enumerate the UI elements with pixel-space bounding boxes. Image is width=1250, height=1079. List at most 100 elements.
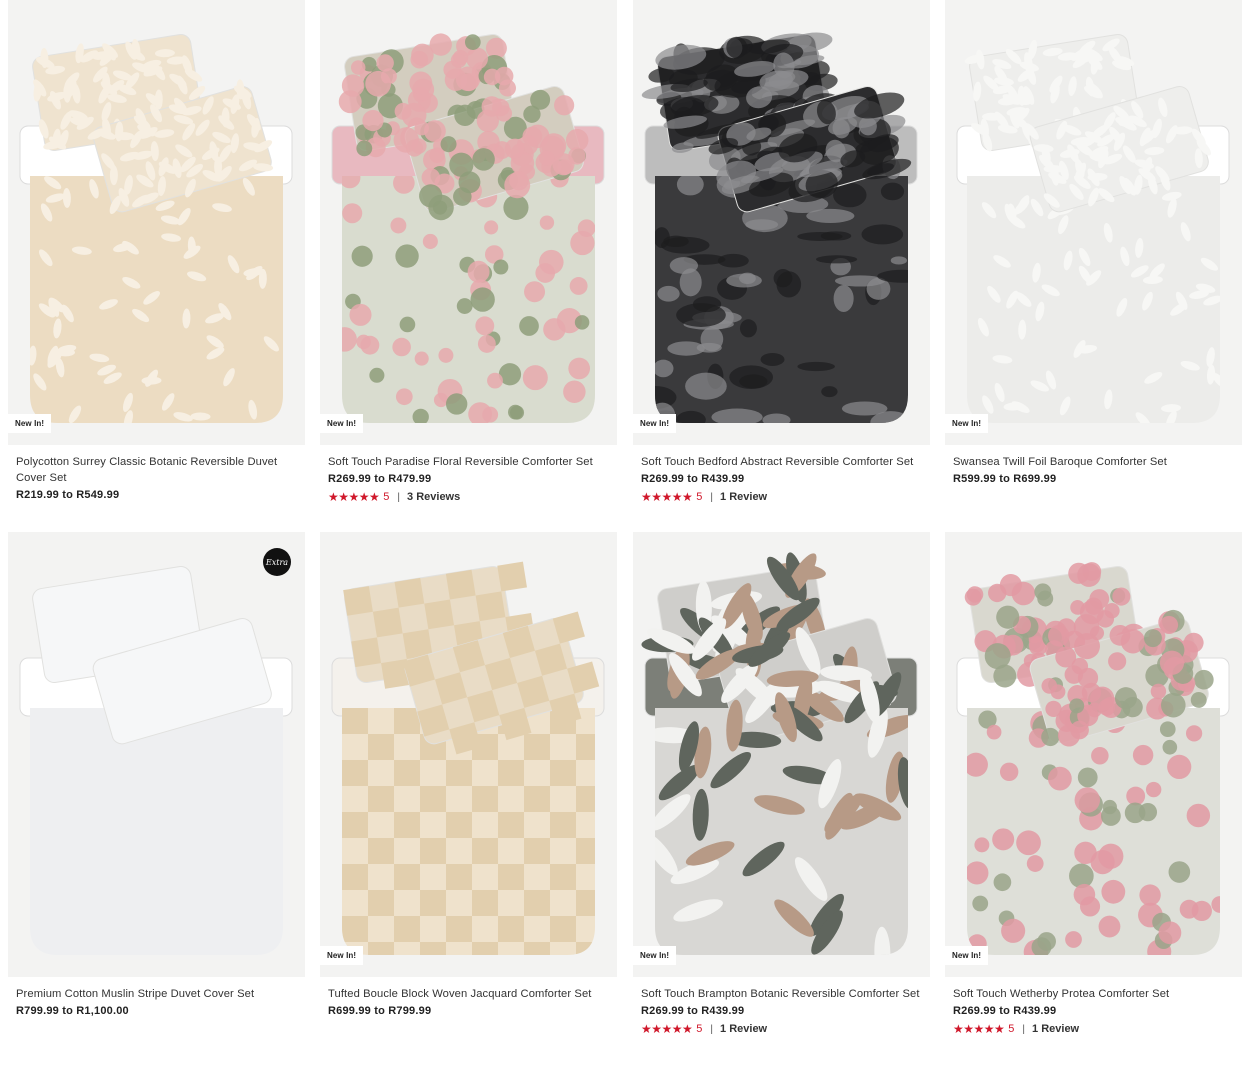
pattern-motif [109, 165, 118, 186]
pattern-motif [503, 194, 529, 221]
product-image[interactable]: New In! [320, 532, 617, 977]
divider: | [1022, 1023, 1026, 1035]
pattern-motif [351, 245, 373, 267]
new-in-badge: New In! [320, 946, 364, 965]
product-title[interactable]: Tufted Boucle Block Woven Jacquard Comfo… [328, 986, 609, 1002]
product-card[interactable]: New In! Polycotton Surrey Classic Botani… [8, 0, 305, 501]
product-card[interactable]: New In! Soft Touch Brampton Botanic Reve… [633, 532, 930, 1036]
pattern-motif [456, 298, 473, 314]
product-card[interactable]: New In! Swansea Twill Foil Baroque Comfo… [945, 0, 1242, 485]
product-title[interactable]: Soft Touch Brampton Botanic Reversible C… [641, 986, 922, 1002]
pattern-motif [1139, 884, 1161, 906]
product-title[interactable]: Premium Cotton Muslin Stripe Duvet Cover… [16, 986, 297, 1002]
review-count-link[interactable]: 3 Reviews [407, 491, 460, 503]
pattern-motif [1159, 721, 1176, 738]
rating-score: 5 [696, 491, 703, 503]
product-price: R269.99 to R479.99 [328, 473, 432, 485]
pattern-motif [394, 864, 420, 890]
product-price: R699.99 to R799.99 [328, 1005, 432, 1017]
product-image[interactable]: New In! [320, 0, 617, 445]
pattern-motif [890, 256, 907, 265]
review-count-link[interactable]: 1 Review [1032, 1023, 1079, 1035]
pattern-motif [550, 916, 576, 942]
pattern-motif [1065, 931, 1082, 948]
pattern-motif [972, 895, 989, 912]
product-card[interactable]: New In! Tufted Boucle Block Woven Jacqua… [320, 532, 617, 1017]
new-in-badge: New In! [945, 946, 989, 965]
product-card[interactable]: New In! Soft Touch Bedford Abstract Reve… [633, 0, 930, 504]
pattern-motif [394, 708, 420, 734]
pattern-motif [498, 760, 524, 786]
pattern-motif [342, 812, 368, 838]
product-rating[interactable]: ★★★★★ 5 | 1 Review [641, 1022, 922, 1036]
extra-badge: Extra [263, 548, 291, 576]
star-rating-icon: ★★★★★ [641, 1022, 693, 1036]
pattern-motif [1001, 918, 1026, 943]
product-image[interactable]: Extra [8, 532, 305, 977]
product-card[interactable]: New In! Soft Touch Wetherby Protea Comfo… [945, 532, 1242, 1036]
pattern-motif [369, 367, 385, 383]
pattern-motif [685, 372, 727, 400]
pattern-motif [563, 380, 586, 404]
pattern-motif [974, 837, 990, 853]
product-image[interactable]: New In! [945, 532, 1242, 977]
bedding-illustration [320, 532, 617, 977]
pattern-motif [539, 215, 555, 230]
product-rating[interactable]: ★★★★★ 5 | 1 Review [641, 490, 922, 504]
rating-score: 5 [696, 1023, 703, 1035]
pattern-motif [524, 734, 550, 760]
pattern-motif [1191, 900, 1212, 922]
pattern-motif [669, 257, 699, 274]
pattern-motif [1031, 937, 1052, 955]
product-image[interactable]: New In! [8, 0, 305, 445]
pattern-motif [368, 890, 394, 916]
pattern-motif [570, 230, 595, 256]
pattern-motif [342, 708, 368, 734]
new-in-badge: New In! [633, 414, 677, 433]
pattern-motif [524, 786, 550, 812]
pattern-motif [550, 864, 576, 890]
product-card[interactable]: New In! Soft Touch Paradise Floral Rever… [320, 0, 617, 504]
product-card[interactable]: Extra Premium Cotton Muslin Stripe Duvet… [8, 532, 305, 1017]
pattern-motif [1185, 725, 1203, 742]
bedding-illustration [945, 532, 1242, 977]
pattern-motif [470, 287, 495, 312]
pattern-motif [739, 319, 757, 338]
pattern-motif [424, 599, 455, 630]
pattern-motif [498, 916, 524, 942]
bedding-illustration [633, 532, 930, 977]
pattern-motif [351, 637, 382, 668]
review-count-link[interactable]: 1 Review [720, 491, 767, 503]
product-title[interactable]: Swansea Twill Foil Baroque Comforter Set [953, 454, 1234, 470]
pattern-motif [1158, 921, 1182, 945]
bedding-illustration [320, 0, 617, 445]
pattern-motif [773, 269, 793, 288]
pattern-motif [1077, 767, 1098, 788]
pattern-motif [343, 586, 373, 616]
product-title[interactable]: Polycotton Surrey Classic Botanic Revers… [16, 454, 297, 486]
pattern-motif [342, 203, 363, 224]
pattern-motif [390, 217, 407, 234]
product-title[interactable]: Soft Touch Bedford Abstract Reversible C… [641, 454, 922, 470]
pattern-motif [477, 334, 496, 353]
product-rating[interactable]: ★★★★★ 5 | 1 Review [953, 1022, 1234, 1036]
product-rating[interactable]: ★★★★★ 5 | 3 Reviews [328, 490, 609, 504]
product-title[interactable]: Soft Touch Paradise Floral Reversible Co… [328, 454, 609, 470]
review-count-link[interactable]: 1 Review [720, 1023, 767, 1035]
pattern-motif [1047, 766, 1072, 791]
divider: | [397, 491, 401, 503]
pattern-motif [1167, 754, 1192, 779]
pattern-motif [446, 916, 472, 942]
pattern-motif [522, 365, 548, 391]
pattern-motif [1091, 746, 1109, 765]
product-image[interactable]: New In! [633, 0, 930, 445]
product-image[interactable]: New In! [633, 532, 930, 977]
pattern-motif [497, 561, 527, 592]
pattern-motif [676, 176, 704, 196]
star-rating-icon: ★★★★★ [641, 490, 693, 504]
pattern-motif [967, 861, 989, 885]
product-title[interactable]: Soft Touch Wetherby Protea Comforter Set [953, 986, 1234, 1002]
pattern-motif [422, 233, 438, 249]
product-image[interactable]: New In! [945, 0, 1242, 445]
pattern-motif [438, 347, 454, 363]
